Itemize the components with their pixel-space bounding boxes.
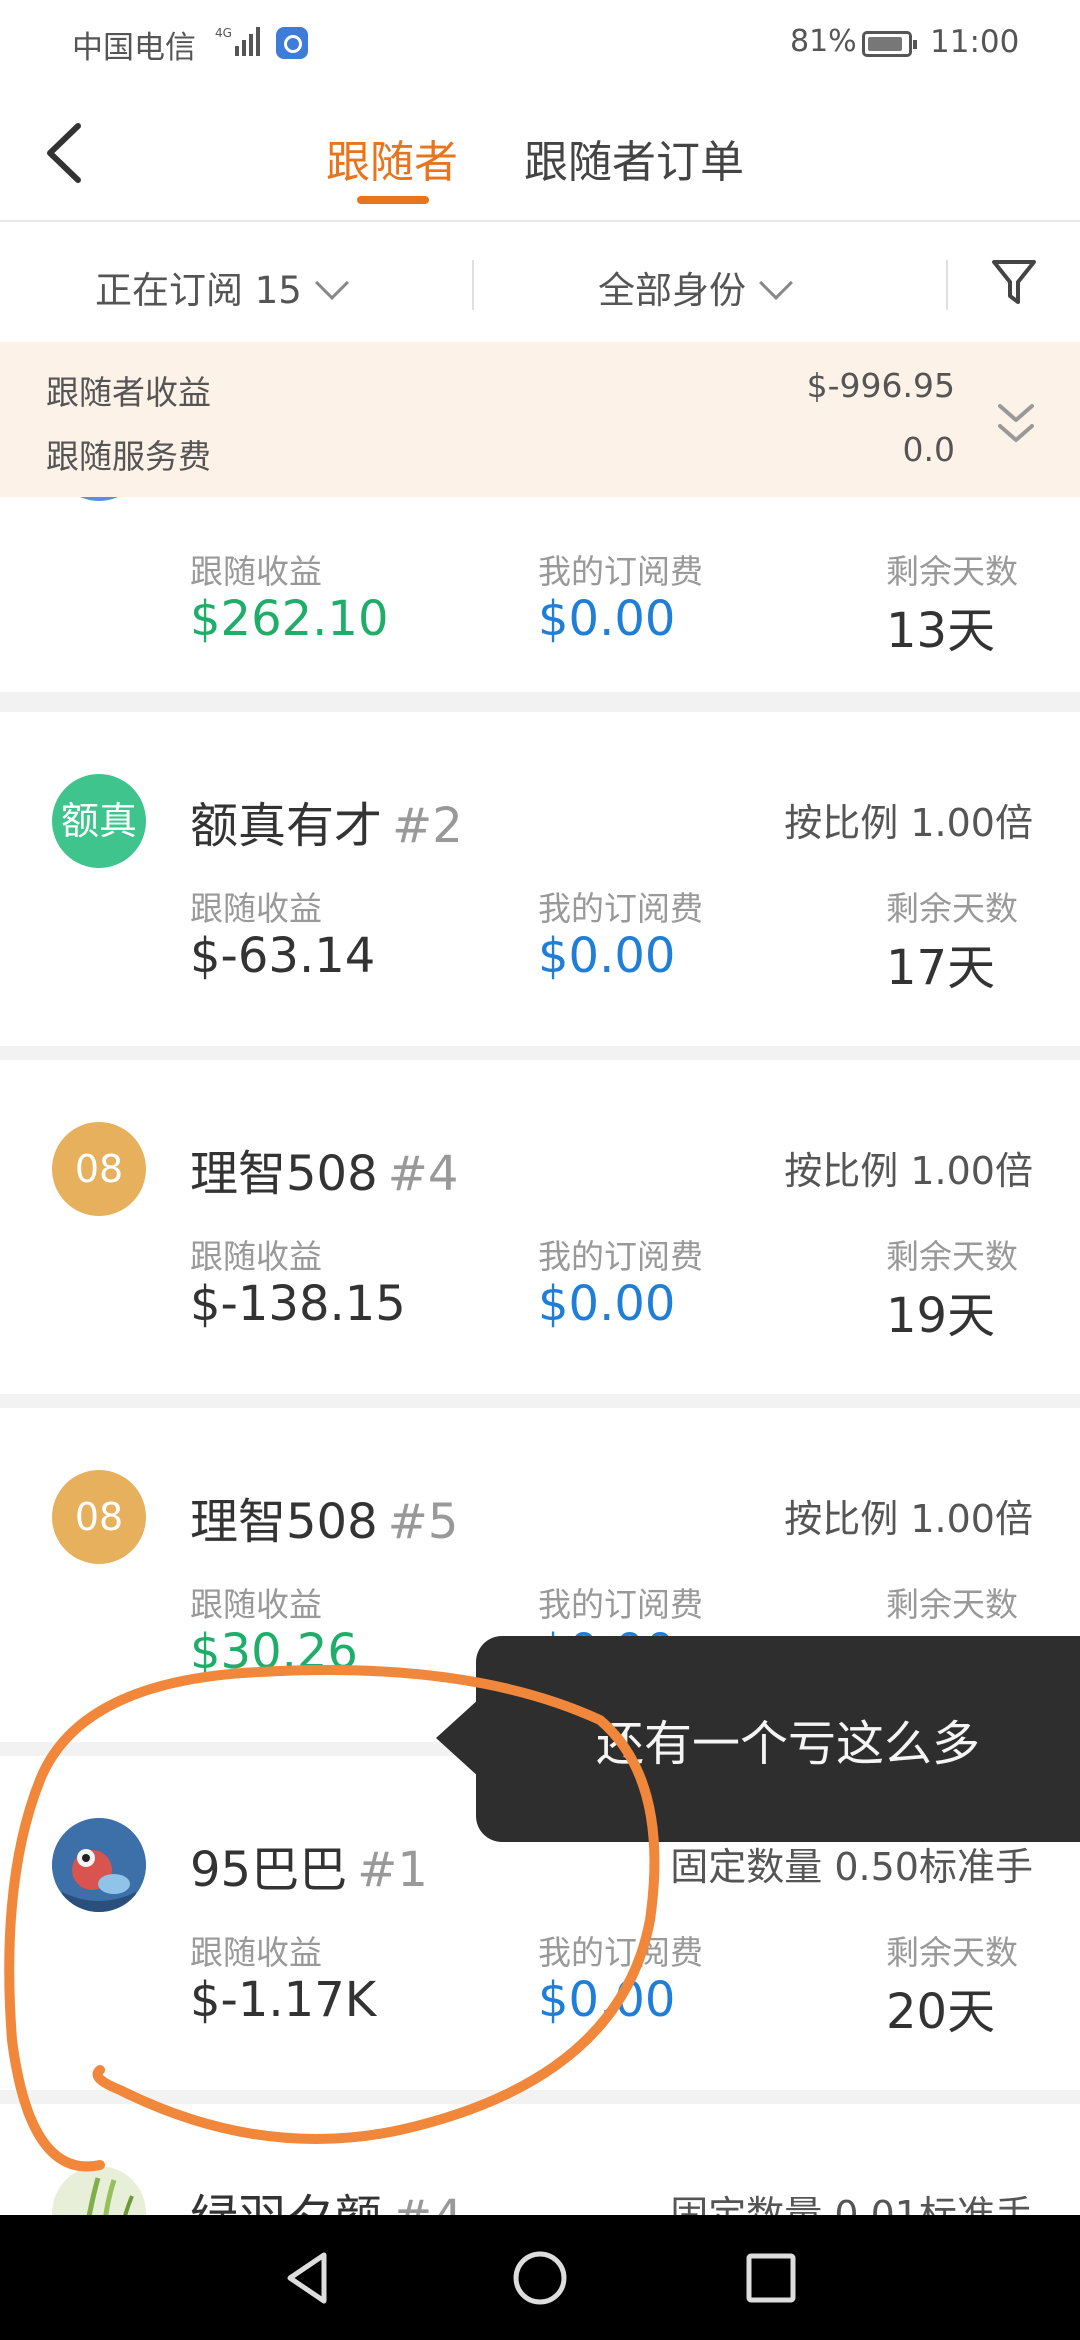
- divider: [472, 260, 474, 310]
- fee-label: 我的订阅费: [538, 1585, 703, 1624]
- follower-name: 理智508 #5: [190, 1482, 458, 1552]
- follower-rank: #4: [392, 2190, 463, 2215]
- earnings-label: 跟随收益: [190, 1585, 322, 1624]
- follower-card[interactable]: 额真 额真有才 #2 按比例 1.00倍 跟随收益 我的订阅费 剩余天数 $-63…: [0, 712, 1080, 1046]
- follower-card[interactable]: 跟随收益 我的订阅费 剩余天数 $262.10 $0.00 13天: [0, 497, 1080, 692]
- follower-rank: #4: [387, 1146, 459, 1202]
- app-notification-icon: [276, 27, 308, 59]
- follower-earnings-label: 跟随者收益: [46, 373, 211, 412]
- carrier-label: 中国电信: [72, 30, 196, 66]
- days-label: 剩余天数: [886, 1237, 1018, 1276]
- top-header: 跟随者 跟随者订单: [0, 90, 1080, 222]
- battery-percent: 81%: [790, 24, 857, 59]
- hand-drawn-circle: [4, 1665, 660, 2172]
- chevron-down-icon: [759, 266, 793, 300]
- subscribing-filter-label: 正在订阅 15: [95, 269, 302, 312]
- fee-label: 我的订阅费: [538, 552, 703, 591]
- tab-followers[interactable]: 跟随者: [326, 126, 458, 190]
- avatar: 08: [52, 1470, 146, 1564]
- status-bar: 中国电信 4G 81% 11:00: [0, 0, 1080, 90]
- copy-mode: 固定数量 0.01标准手: [670, 2193, 1033, 2215]
- avatar: 额真: [52, 774, 146, 868]
- follower-name: 额真有才 #2: [190, 786, 463, 856]
- clock: 11:00: [930, 24, 1020, 60]
- signal-icon: 4G: [215, 26, 260, 56]
- fee-value: $0.00: [538, 1276, 676, 1332]
- tab-follower-orders[interactable]: 跟随者订单: [524, 126, 744, 190]
- follower-rank: #2: [392, 798, 463, 854]
- days-label: 剩余天数: [886, 889, 1018, 928]
- follower-name-text: 理智508: [190, 1146, 378, 1202]
- follower-name-text: 理智508: [190, 1494, 378, 1550]
- days-value: 13天: [886, 603, 996, 659]
- days-label: 剩余天数: [886, 1585, 1018, 1624]
- identity-filter-label: 全部身份: [598, 269, 746, 312]
- chevron-down-icon: [314, 266, 349, 300]
- copy-mode: 按比例 1.00倍: [784, 1497, 1033, 1541]
- days-label: 剩余天数: [886, 552, 1018, 591]
- earnings-value: $-63.14: [190, 928, 376, 984]
- service-fee-label: 跟随服务费: [46, 437, 211, 476]
- copy-mode: 按比例 1.00倍: [784, 1149, 1033, 1193]
- network-type: 4G: [215, 26, 232, 40]
- follower-name-text: 额真有才: [190, 798, 383, 854]
- copy-mode: 按比例 1.00倍: [784, 801, 1033, 845]
- fee-value: $0.00: [538, 928, 676, 984]
- earnings-label: 跟随收益: [190, 1237, 322, 1276]
- fee-value: $0.00: [538, 591, 676, 647]
- funnel-icon[interactable]: [990, 256, 1038, 308]
- earnings-label: 跟随收益: [190, 889, 322, 928]
- filter-bar: 正在订阅 15 全部身份: [0, 222, 1080, 342]
- earnings-label: 跟随收益: [190, 552, 322, 591]
- days-label: 剩余天数: [886, 1933, 1018, 1972]
- follower-rank: #5: [387, 1494, 459, 1550]
- triangle-back-icon[interactable]: [278, 2247, 340, 2309]
- follower-card[interactable]: 08 理智508 #4 按比例 1.00倍 跟随收益 我的订阅费 剩余天数 $-1…: [0, 1060, 1080, 1394]
- copy-mode: 固定数量 0.50标准手: [670, 1845, 1033, 1889]
- service-fee-value: 0.0: [902, 430, 955, 469]
- fee-label: 我的订阅费: [538, 1237, 703, 1276]
- days-value: 20天: [886, 1984, 996, 2040]
- days-value: 19天: [886, 1288, 996, 1344]
- active-tab-indicator: [357, 196, 429, 204]
- earnings-value: $262.10: [190, 591, 389, 647]
- subscribing-filter[interactable]: 正在订阅 15: [95, 260, 349, 314]
- battery-icon: [862, 31, 917, 57]
- follower-earnings-value: $-996.95: [806, 366, 955, 405]
- follower-name: 理智508 #4: [190, 1134, 458, 1204]
- double-chevron-down-icon[interactable]: [994, 398, 1038, 450]
- earnings-summary: 跟随者收益 $-996.95 跟随服务费 0.0: [0, 342, 1080, 497]
- identity-filter[interactable]: 全部身份: [598, 260, 793, 314]
- earnings-value: $-138.15: [190, 1276, 406, 1332]
- back-chevron-icon[interactable]: [36, 118, 96, 188]
- avatar: 08: [52, 1122, 146, 1216]
- fee-label: 我的订阅费: [538, 889, 703, 928]
- avatar: [52, 497, 146, 501]
- circle-home-icon[interactable]: [509, 2247, 571, 2309]
- follower-name: 绿羽夕颜 #4: [190, 2178, 463, 2215]
- days-value: 17天: [886, 940, 996, 996]
- system-nav-bar: [0, 2215, 1080, 2340]
- square-recents-icon[interactable]: [740, 2247, 802, 2309]
- divider: [946, 260, 948, 310]
- follower-name-text: 绿羽夕颜: [190, 2190, 382, 2215]
